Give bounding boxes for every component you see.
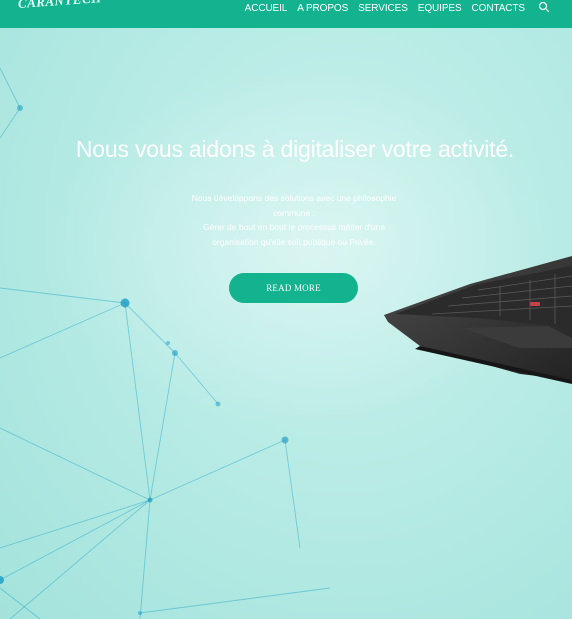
- hero-description-line: commune :: [272, 207, 316, 218]
- network-background-illustration: [0, 67, 572, 619]
- read-more-button[interactable]: READ MORE: [229, 273, 358, 303]
- top-navbar: CARANTECH ACCUEIL A PROPOS SERVICES EQUI…: [0, 0, 572, 28]
- brand-logo[interactable]: CARANTECH: [17, 0, 102, 14]
- hero-description: Nous développons des solutions avec une …: [169, 191, 419, 249]
- nav-item-accueil[interactable]: ACCUEIL: [240, 3, 293, 15]
- hero-description-line: Nous développons des solutions avec une …: [191, 193, 397, 203]
- nav-item-a-propos[interactable]: A PROPOS: [292, 3, 353, 15]
- nav-item-equipes[interactable]: EQUIPES: [413, 3, 467, 15]
- hero-description-line: organisation qu'elle soit publique ou Pr…: [212, 236, 376, 247]
- main-nav: ACCUEIL A PROPOS SERVICES EQUIPES CONTAC…: [240, 3, 530, 15]
- hero-description-line: Gérer de bout en bout le processus métie…: [202, 222, 386, 232]
- hero-section: Nous vous aidons à digitaliser votre act…: [0, 28, 572, 619]
- hero-headline: Nous vous aidons à digitaliser votre act…: [75, 136, 515, 162]
- nav-item-contacts[interactable]: CONTACTS: [467, 3, 530, 15]
- nav-item-services[interactable]: SERVICES: [353, 3, 413, 15]
- search-icon[interactable]: [538, 1, 550, 13]
